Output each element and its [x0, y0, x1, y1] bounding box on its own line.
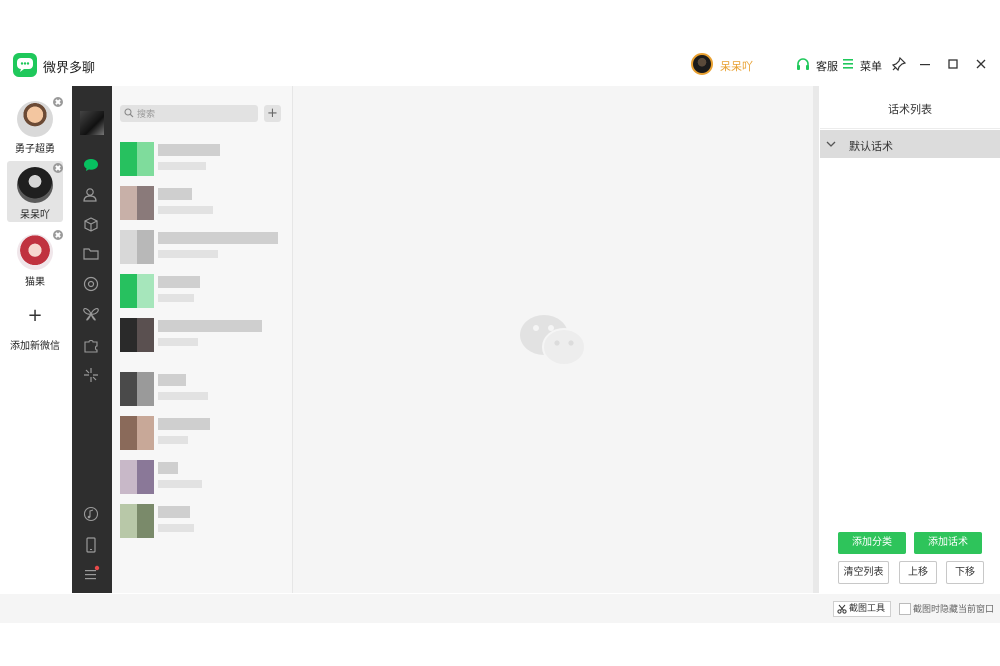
account-name: 猫果 — [25, 277, 45, 288]
list-item[interactable] — [118, 456, 288, 500]
search-icon — [124, 108, 134, 118]
avatar — [17, 234, 53, 270]
list-item-title — [158, 506, 190, 518]
cube-icon[interactable] — [82, 216, 100, 234]
list-item[interactable] — [118, 182, 288, 226]
search-input[interactable]: 搜索 — [120, 105, 258, 122]
avatar — [120, 372, 154, 406]
list-item-preview — [158, 162, 206, 170]
plus-icon: + — [27, 305, 43, 326]
avatar — [120, 416, 154, 450]
script-category-row[interactable]: 默认话术 — [820, 130, 1000, 158]
avatar — [17, 167, 53, 203]
list-item-preview — [158, 294, 194, 302]
pin-icon[interactable] — [891, 56, 907, 72]
add-account-button[interactable]: + 添加新微信 — [7, 293, 63, 354]
sparkle-icon[interactable] — [82, 366, 100, 384]
list-item-title — [158, 188, 192, 200]
folder-icon[interactable] — [82, 245, 100, 263]
wechat-logo-icon — [520, 315, 586, 366]
list-item-preview — [158, 250, 218, 258]
butterfly-icon[interactable] — [82, 305, 100, 323]
phone-icon[interactable] — [82, 536, 100, 554]
list-item[interactable] — [118, 368, 288, 412]
list-item-preview — [158, 206, 213, 214]
list-item-title — [158, 374, 186, 386]
panel-splitter[interactable] — [813, 86, 819, 593]
account-name: 勇子超勇 — [15, 144, 55, 155]
account-item[interactable]: 勇子超勇 — [7, 95, 63, 156]
list-item[interactable] — [118, 314, 288, 358]
screenshot-tool-button[interactable]: 截图工具 — [833, 601, 891, 617]
app-logo-icon — [13, 53, 37, 77]
chat-bubble-icon[interactable] — [82, 156, 100, 174]
avatar — [120, 504, 154, 538]
wechat-avatar[interactable] — [80, 111, 104, 135]
list-item[interactable] — [118, 226, 288, 270]
list-item-preview — [158, 524, 194, 532]
script-panel-title: 话术列表 — [888, 103, 932, 116]
account-name: 呆呆吖 — [20, 210, 50, 221]
user-name[interactable]: 呆呆吖 — [720, 58, 753, 74]
puzzle-icon[interactable] — [82, 336, 100, 354]
list-item[interactable] — [118, 138, 288, 182]
account-item[interactable]: 猫果 — [7, 228, 63, 289]
hide-window-checkbox[interactable] — [899, 603, 911, 615]
list-item-preview — [158, 436, 188, 444]
move-up-button[interactable]: 上移 — [899, 561, 937, 584]
list-item-title — [158, 276, 200, 288]
account-item[interactable]: 呆呆吖 — [7, 161, 63, 222]
avatar — [17, 101, 53, 137]
avatar — [120, 142, 154, 176]
menu-icon[interactable] — [842, 58, 854, 70]
headset-icon[interactable] — [795, 57, 811, 73]
avatar — [120, 186, 154, 220]
list-item-title — [158, 144, 220, 156]
list-item-preview — [158, 392, 208, 400]
contacts-icon[interactable] — [82, 186, 100, 204]
scissors-icon — [837, 604, 847, 614]
list-item-preview — [158, 338, 198, 346]
clear-list-button[interactable]: 清空列表 — [838, 561, 889, 584]
add-category-button[interactable]: 添加分类 — [838, 532, 906, 554]
hide-window-label: 截图时隐藏当前窗口 — [913, 605, 995, 615]
script-category-label: 默认话术 — [849, 140, 893, 153]
avatar — [120, 460, 154, 494]
menu-button[interactable]: 菜单 — [860, 58, 882, 74]
avatar — [120, 318, 154, 352]
list-item-title — [158, 462, 178, 474]
hamburger-icon[interactable] — [82, 565, 100, 583]
app-title: 微界多聊 — [43, 61, 96, 76]
move-down-button[interactable]: 下移 — [946, 561, 984, 584]
user-avatar[interactable] — [691, 53, 713, 75]
avatar — [120, 230, 154, 264]
close-icon[interactable] — [53, 163, 63, 173]
close-icon[interactable] — [53, 230, 63, 240]
minimize-icon[interactable] — [917, 56, 933, 72]
music-icon[interactable] — [82, 505, 100, 523]
chevron-down-icon — [826, 141, 836, 147]
add-script-button[interactable]: 添加话术 — [914, 532, 982, 554]
list-item[interactable] — [118, 412, 288, 456]
divider — [820, 128, 1000, 129]
aperture-icon[interactable] — [82, 275, 100, 293]
add-chat-button[interactable]: + — [264, 105, 281, 122]
screenshot-tool-label: 截图工具 — [849, 604, 886, 614]
maximize-icon[interactable] — [945, 56, 961, 72]
add-account-label: 添加新微信 — [10, 341, 60, 352]
list-item-title — [158, 320, 262, 332]
close-icon[interactable] — [973, 56, 989, 72]
avatar — [120, 274, 154, 308]
search-placeholder: 搜索 — [137, 110, 156, 120]
service-button[interactable]: 客服 — [816, 58, 838, 74]
list-item-preview — [158, 480, 202, 488]
list-item-title — [158, 418, 210, 430]
close-icon[interactable] — [53, 97, 63, 107]
list-item-title — [158, 232, 278, 244]
list-item[interactable] — [118, 500, 288, 544]
list-item[interactable] — [118, 270, 288, 314]
